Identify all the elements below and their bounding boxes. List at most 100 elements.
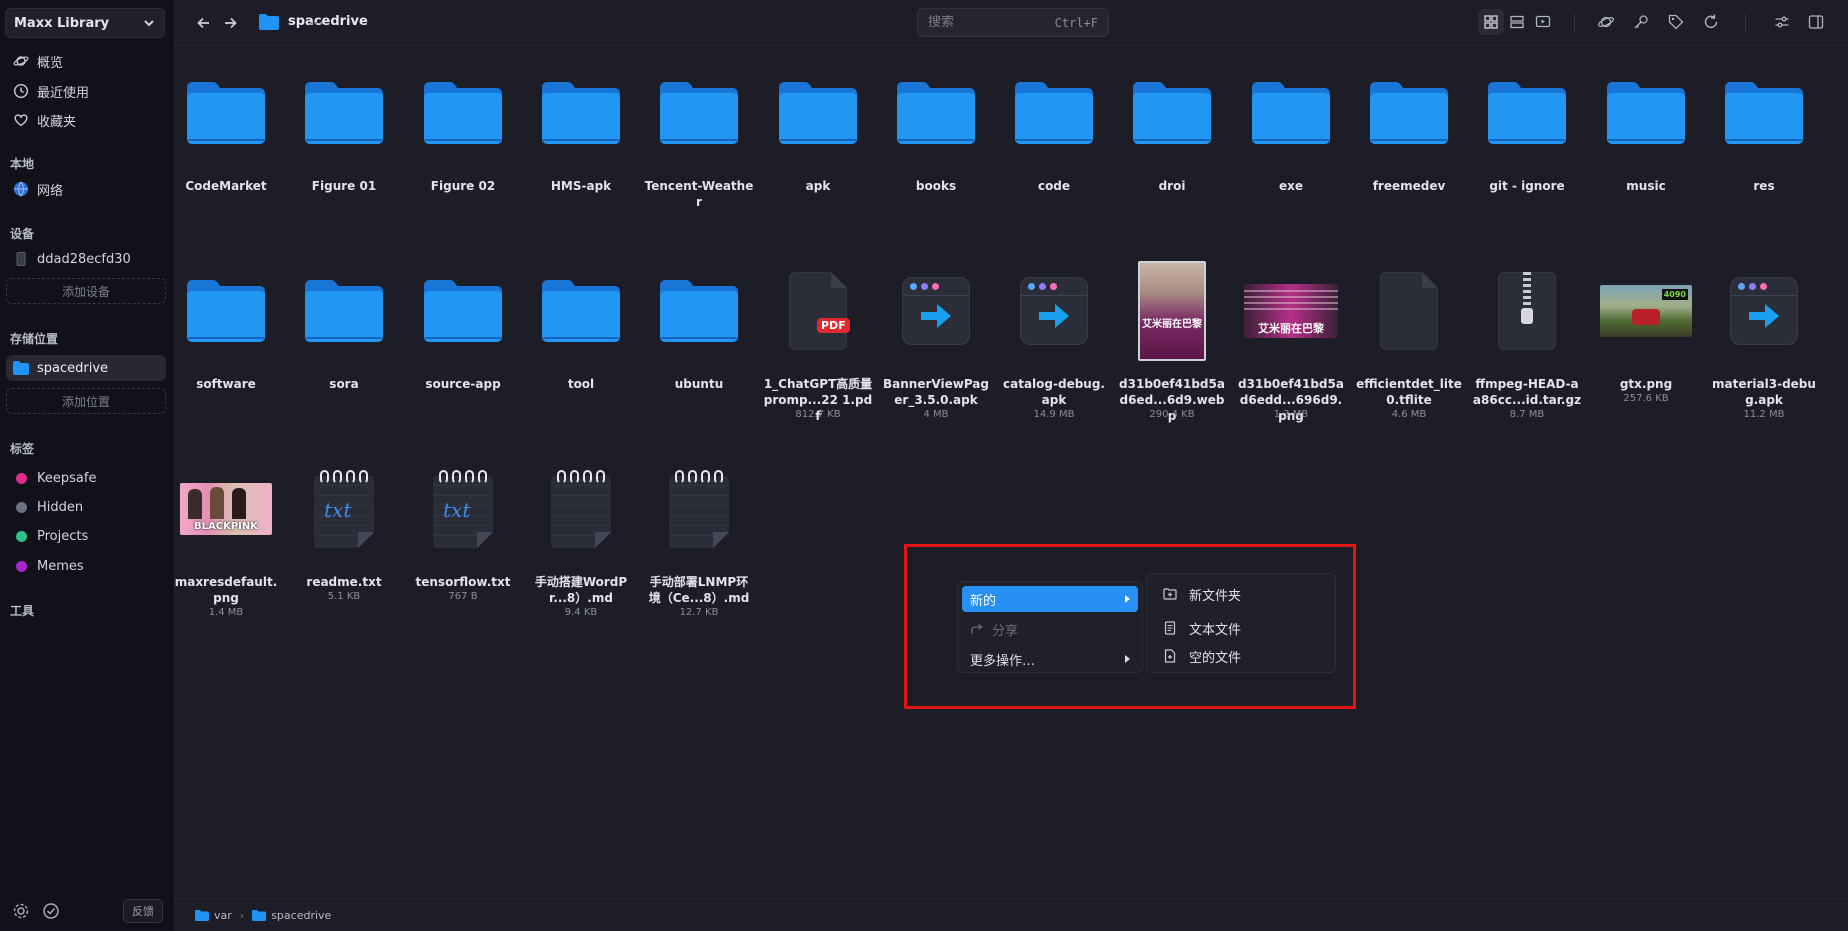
planet-icon[interactable] (1597, 13, 1615, 31)
file-item[interactable]: BannerViewPager_3.5.0.apk 4 MB (881, 248, 991, 438)
file-item[interactable]: txt tensorflow.txt 767 B (408, 446, 518, 636)
sidebar-item-tag-hidden[interactable]: Hidden (6, 494, 166, 520)
feedback-button[interactable]: 反馈 (123, 899, 163, 923)
folder-item[interactable]: software (171, 248, 281, 438)
context-submenu: 新文件夹 文本文件 空的文件 (1146, 573, 1336, 673)
sidebar-item-tag-projects[interactable]: Projects (6, 523, 166, 549)
media-view-icon[interactable] (1534, 13, 1552, 31)
pdf-badge: PDF (817, 318, 850, 333)
menu-item-text-file[interactable]: 文本文件 (1151, 614, 1331, 642)
refresh-icon[interactable] (1702, 13, 1720, 31)
item-name: sora (329, 377, 359, 391)
file-item[interactable]: 艾米丽在巴黎 d31b0ef41bd5ad6edd...696d9.png 1.3 … (1236, 248, 1346, 438)
file-item[interactable]: 艾米丽在巴黎 d31b0ef41bd5ad6ed...6d9.webp 290.4 … (1117, 248, 1227, 438)
toolbar: spacedrive Ctrl+F (175, 0, 1848, 46)
tag-color-dot (16, 472, 27, 484)
sidebar-item-network[interactable]: 网络 (6, 176, 166, 202)
gear-icon[interactable] (12, 902, 30, 920)
markdown-file-icon (669, 470, 729, 548)
sidebar-item-location-spacedrive[interactable]: spacedrive (6, 355, 166, 381)
folder-item[interactable]: tool (526, 248, 636, 438)
folder-icon (424, 280, 502, 342)
sidebar-item-overview[interactable]: 概览 (6, 48, 166, 74)
search-input[interactable] (928, 15, 1028, 30)
sidebar-item-device[interactable]: ddad28ecfd30 (6, 246, 166, 272)
folder-item[interactable]: sora (289, 248, 399, 438)
item-thumbnail (1591, 58, 1701, 168)
tag-icon[interactable] (1667, 13, 1685, 31)
menu-item-new[interactable]: 新的 (962, 586, 1138, 612)
folder-item[interactable]: apk (763, 50, 873, 240)
menu-item-empty-file[interactable]: 空的文件 (1151, 642, 1331, 670)
sidebar-item-tag-memes[interactable]: Memes (6, 553, 166, 579)
key-icon[interactable] (1632, 13, 1650, 31)
menu-item-label: 分享 (992, 623, 1019, 639)
menu-item-share[interactable]: 分享 (962, 616, 1138, 642)
sidebar-item-label: Keepsafe (37, 470, 97, 486)
search-box[interactable]: Ctrl+F (917, 8, 1109, 37)
item-size: 290.4 KB (1149, 409, 1195, 420)
file-item[interactable]: material3-debug.apk 11.2 MB (1709, 248, 1819, 438)
folder-icon (187, 82, 265, 144)
folder-icon (305, 82, 383, 144)
file-item[interactable]: 手动部署LNMP环境（Ce...8）.md 12.7 KB (644, 446, 754, 636)
item-thumbnail: txt (408, 454, 518, 564)
add-location-button[interactable]: 添加位置 (6, 388, 166, 414)
path-breadcrumb: var › spacedrive (175, 898, 1848, 931)
folder-icon (195, 909, 209, 921)
sidebar-panel-icon[interactable] (1807, 13, 1825, 31)
folder-item[interactable]: Figure 01 (289, 50, 399, 240)
apk-file-icon (1020, 277, 1088, 345)
folder-icon (13, 360, 29, 376)
forward-arrow-icon[interactable] (221, 14, 239, 32)
more-horizontal-icon[interactable] (307, 14, 325, 32)
item-size: 5.1 KB (327, 591, 361, 602)
folder-item[interactable]: HMS-apk (526, 50, 636, 240)
folder-item[interactable]: Tencent-Weather (644, 50, 754, 240)
file-item[interactable]: ffmpeg-HEAD-aa86cc...id.tar.gz 8.7 MB (1472, 248, 1582, 438)
text-file-icon (1164, 621, 1176, 635)
check-circle-icon[interactable] (42, 902, 60, 920)
grid-view-icon[interactable] (1482, 13, 1500, 31)
file-item[interactable]: efficientdet_lite0.tflite 4.6 MB (1354, 248, 1464, 438)
item-thumbnail (644, 454, 754, 564)
menu-item-more-actions[interactable]: 更多操作… (962, 646, 1138, 672)
apk-file-icon (1730, 277, 1798, 345)
sidebar-item-label: Hidden (37, 499, 84, 515)
file-item[interactable]: PDF 1_ChatGPT高质量promp...22 1.pdf 812.7 KB (763, 248, 873, 438)
folder-item[interactable]: freemedev (1354, 50, 1464, 240)
chevron-down-icon (144, 20, 154, 27)
sliders-icon[interactable] (1773, 13, 1791, 31)
breadcrumb-item-spacedrive[interactable]: spacedrive (271, 909, 331, 922)
sidebar-item-tag-keepsafe[interactable]: Keepsafe (6, 465, 166, 491)
folder-item[interactable]: ubuntu (644, 248, 754, 438)
sidebar-item-recent[interactable]: 最近使用 (6, 78, 166, 104)
folder-item[interactable]: droi (1117, 50, 1227, 240)
file-item[interactable]: catalog-debug.apk 14.9 MB (999, 248, 1109, 438)
breadcrumb-item-var[interactable]: var (214, 909, 232, 922)
list-view-icon[interactable] (1508, 13, 1526, 31)
add-device-button[interactable]: 添加设备 (6, 278, 166, 304)
folder-item[interactable]: CodeMarket (171, 50, 281, 240)
item-name: efficientdet_lite0.tflite (1356, 377, 1462, 407)
folder-item[interactable]: books (881, 50, 991, 240)
back-arrow-icon[interactable] (195, 14, 213, 32)
clock-icon (13, 83, 29, 99)
file-item[interactable]: 手动搭建WordPr...8）.md 9.4 KB (526, 446, 636, 636)
folder-item[interactable]: git - ignore (1472, 50, 1582, 240)
file-item[interactable]: txt readme.txt 5.1 KB (289, 446, 399, 636)
file-item[interactable]: BLACKPINK maxresdefault.png 1.4 MB (171, 446, 281, 636)
folder-item[interactable]: source-app (408, 248, 518, 438)
folder-item[interactable]: exe (1236, 50, 1346, 240)
library-selector[interactable]: Maxx Library (5, 8, 165, 38)
folder-item[interactable]: res (1709, 50, 1819, 240)
folder-item[interactable]: Figure 02 (408, 50, 518, 240)
item-thumbnail (1236, 58, 1346, 168)
item-size: 12.7 KB (679, 607, 719, 618)
menu-item-new-folder[interactable]: 新文件夹 (1151, 580, 1331, 608)
section-title-tools: 工具 (10, 604, 35, 618)
folder-item[interactable]: code (999, 50, 1109, 240)
folder-item[interactable]: music (1591, 50, 1701, 240)
file-item[interactable]: 4090 gtx.png 257.6 KB (1591, 248, 1701, 438)
sidebar-item-favorites[interactable]: 收藏夹 (6, 107, 166, 133)
